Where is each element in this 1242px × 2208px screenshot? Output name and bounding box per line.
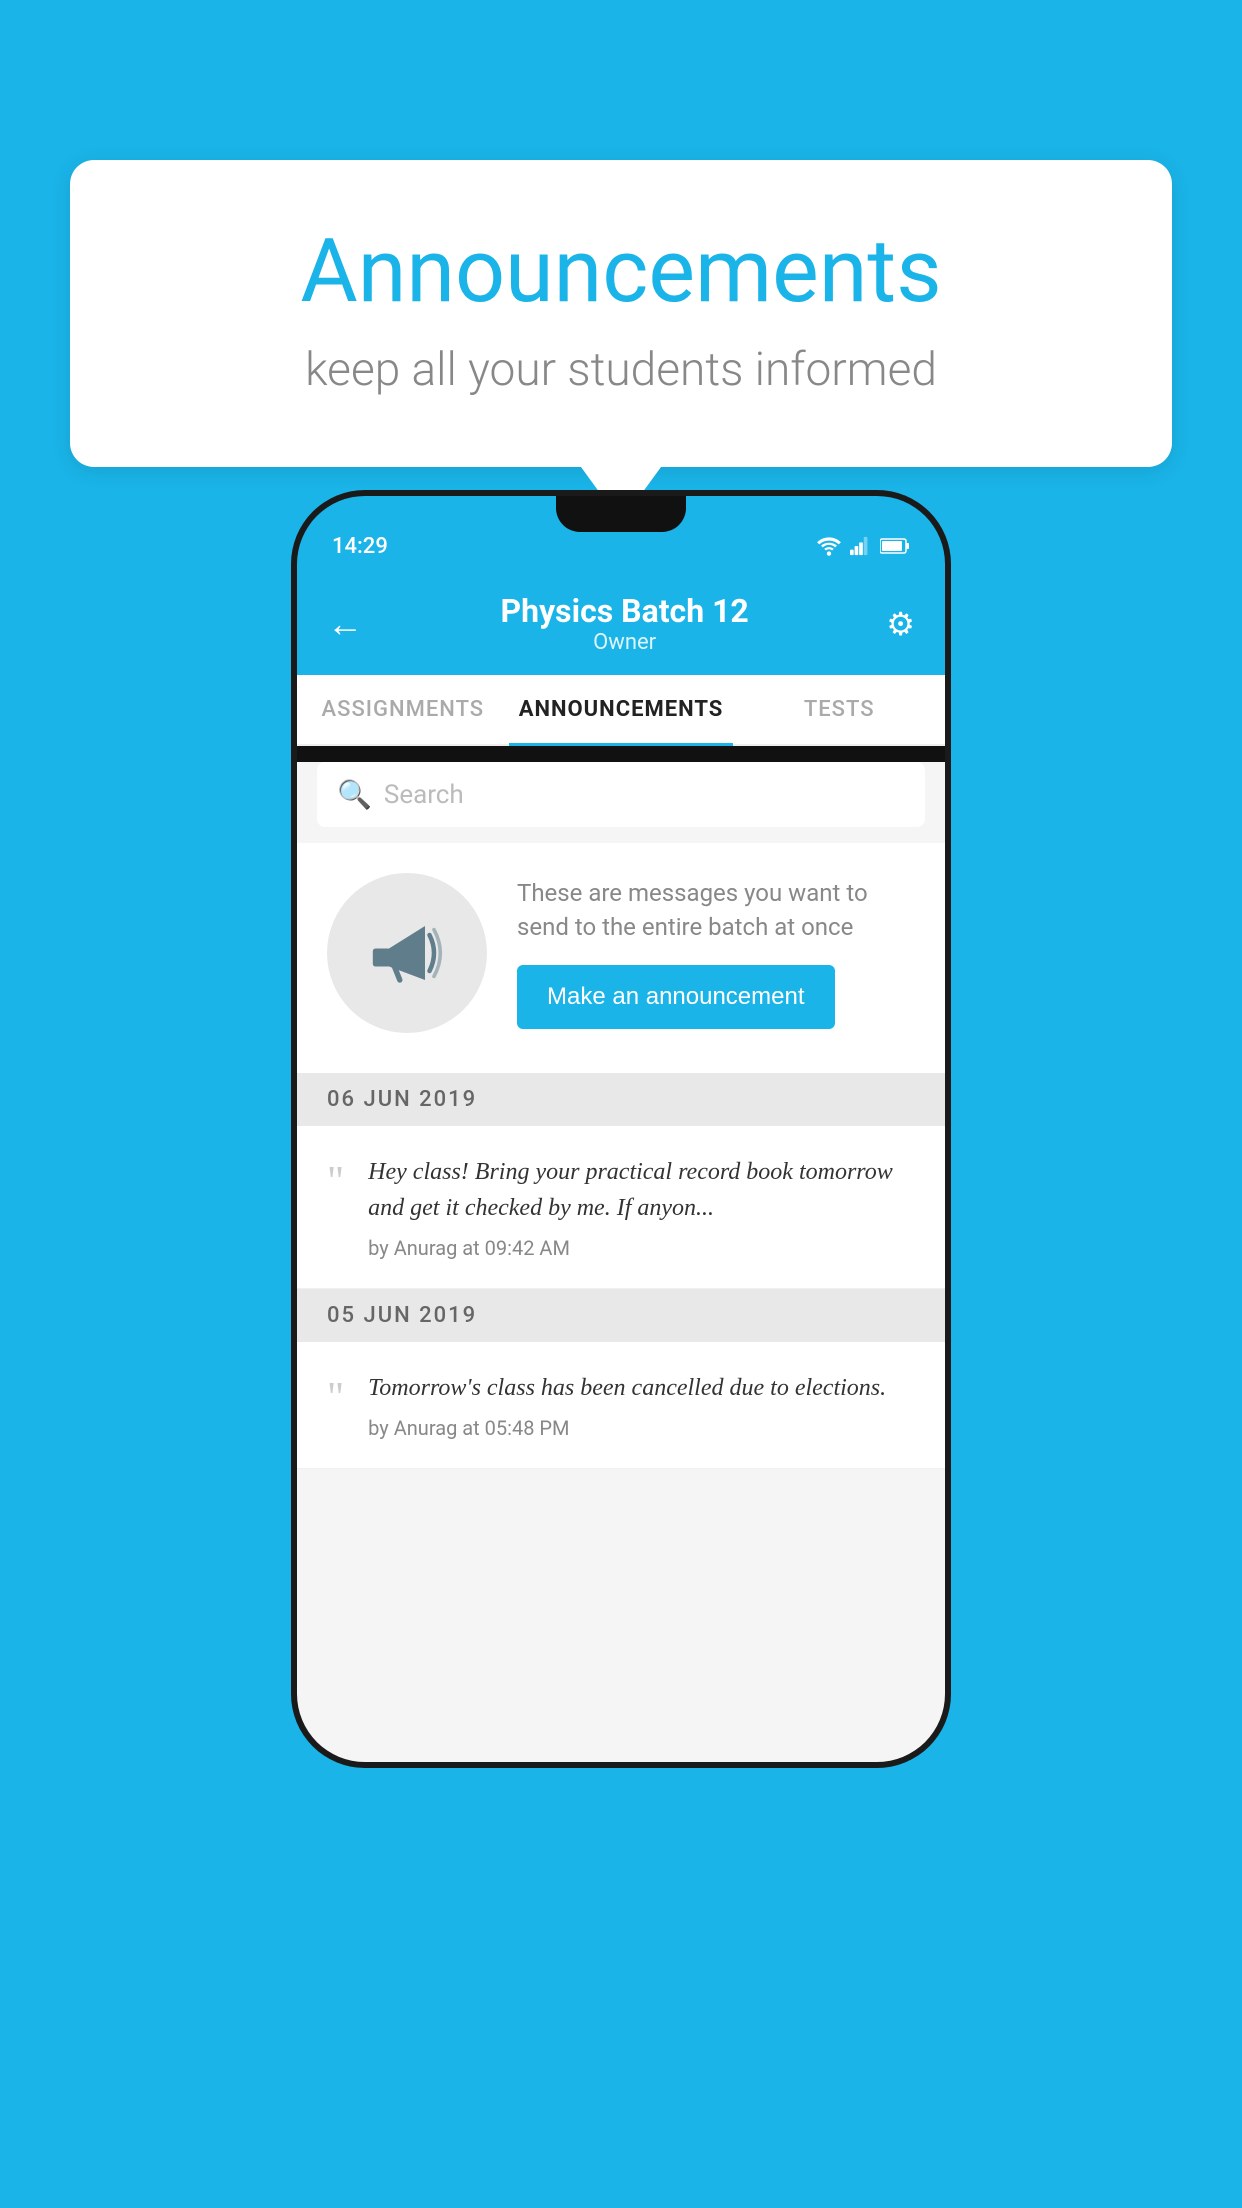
tab-assignments[interactable]: ASSIGNMENTS	[297, 675, 509, 744]
announcement-icon-circle	[327, 873, 487, 1033]
phone-inner: 14:29	[297, 496, 945, 1762]
content-area: 🔍 Search	[297, 762, 945, 1762]
app-bar-subtitle: Owner	[501, 630, 749, 655]
announcement-content-2: Tomorrow's class has been cancelled due …	[368, 1370, 915, 1440]
make-announcement-button[interactable]: Make an announcement	[517, 965, 835, 1029]
app-bar-title-group: Physics Batch 12 Owner	[501, 592, 749, 655]
battery-icon	[880, 537, 910, 555]
quote-icon-2: "	[327, 1374, 344, 1422]
wifi-icon	[816, 536, 842, 556]
speech-bubble-section: Announcements keep all your students inf…	[70, 160, 1172, 522]
speech-bubble-subtitle: keep all your students informed	[150, 343, 1092, 397]
empty-state-description: These are messages you want to send to t…	[517, 877, 915, 944]
megaphone-icon	[362, 908, 452, 998]
notch	[556, 496, 686, 532]
search-placeholder: Search	[384, 780, 464, 810]
date-separator-2: 05 JUN 2019	[297, 1289, 945, 1342]
settings-button[interactable]: ⚙	[886, 605, 915, 643]
quote-icon-1: "	[327, 1158, 344, 1206]
announcement-item-1[interactable]: " Hey class! Bring your practical record…	[297, 1126, 945, 1289]
speech-bubble-title: Announcements	[150, 220, 1092, 323]
date-separator-1: 06 JUN 2019	[297, 1073, 945, 1126]
tab-announcements[interactable]: ANNOUNCEMENTS	[509, 675, 734, 744]
status-bar: 14:29	[297, 496, 945, 576]
announcement-text-2: Tomorrow's class has been cancelled due …	[368, 1370, 915, 1406]
search-bar[interactable]: 🔍 Search	[317, 762, 925, 827]
empty-state: These are messages you want to send to t…	[297, 843, 945, 1073]
phone-outer: 14:29	[291, 490, 951, 1768]
status-icons	[816, 536, 910, 556]
status-time: 14:29	[332, 534, 388, 559]
announcement-content-1: Hey class! Bring your practical record b…	[368, 1154, 915, 1260]
signal-icon	[850, 536, 872, 556]
tab-tests[interactable]: TESTS	[733, 675, 945, 744]
back-button[interactable]: ←	[327, 603, 363, 645]
announcement-item-2[interactable]: " Tomorrow's class has been cancelled du…	[297, 1342, 945, 1469]
announcement-text-1: Hey class! Bring your practical record b…	[368, 1154, 915, 1226]
app-bar-title: Physics Batch 12	[501, 592, 749, 630]
tab-bar: ASSIGNMENTS ANNOUNCEMENTS TESTS	[297, 675, 945, 746]
app-bar: ← Physics Batch 12 Owner ⚙	[297, 576, 945, 675]
announcement-meta-1: by Anurag at 09:42 AM	[368, 1236, 915, 1260]
empty-state-right: These are messages you want to send to t…	[517, 877, 915, 1028]
announcement-meta-2: by Anurag at 05:48 PM	[368, 1416, 915, 1440]
search-icon: 🔍	[337, 778, 372, 811]
speech-bubble-card: Announcements keep all your students inf…	[70, 160, 1172, 467]
phone-mockup: 14:29	[291, 490, 951, 1768]
